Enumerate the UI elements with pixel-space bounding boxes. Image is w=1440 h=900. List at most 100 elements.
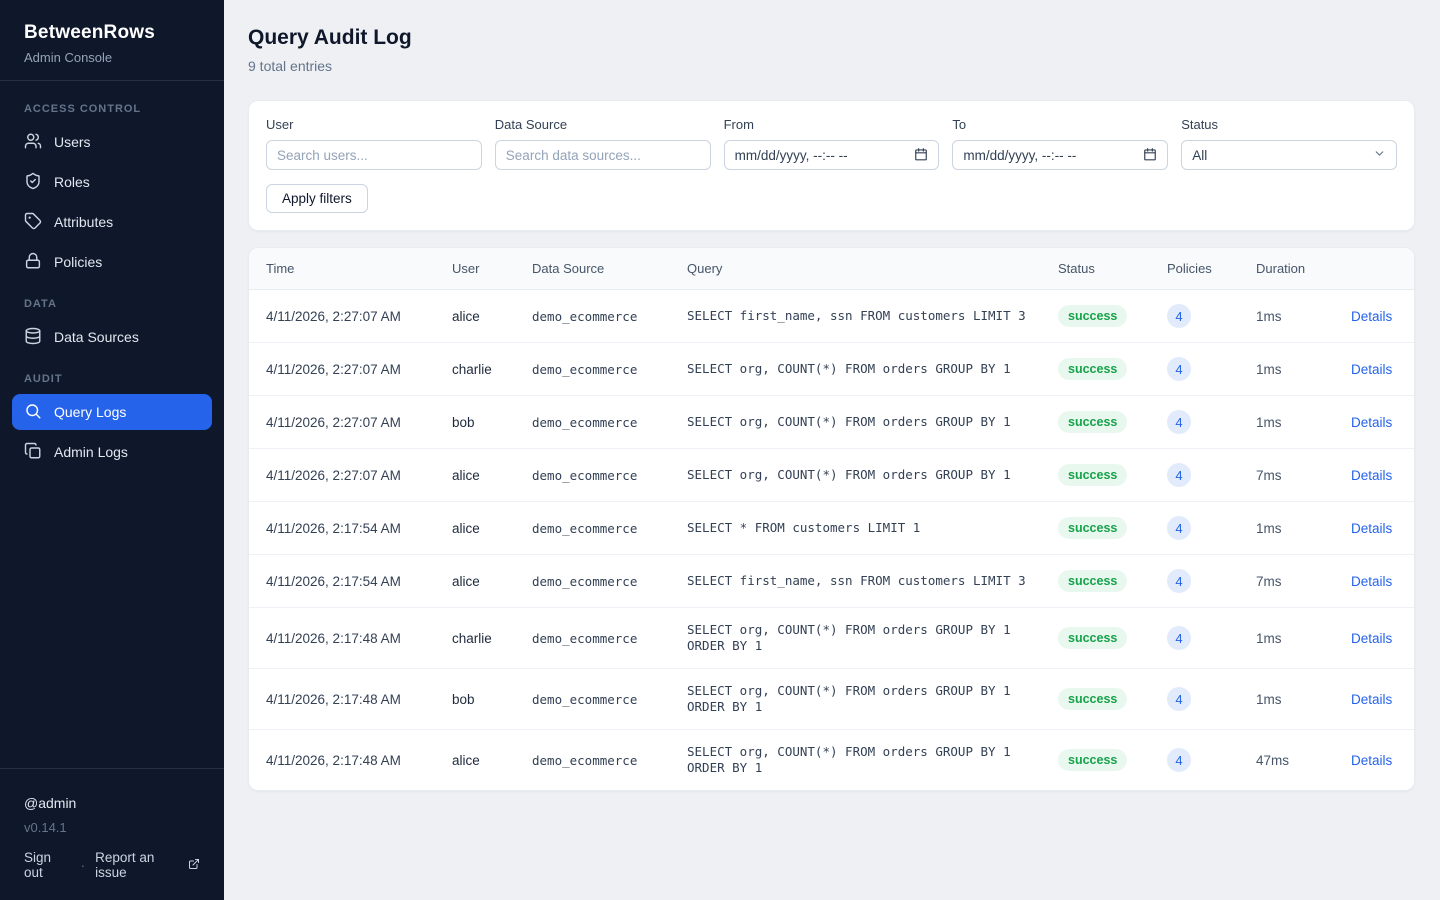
sidebar-item-label: Data Sources [54, 329, 139, 345]
policies-count-badge: 4 [1167, 516, 1191, 540]
details-link[interactable]: Details [1351, 631, 1392, 646]
sidebar-item-roles[interactable]: Roles [12, 164, 212, 200]
sidebar: BetweenRows Admin Console ACCESS CONTROL… [0, 0, 224, 900]
table-row: 4/11/2026, 2:17:48 AM bob demo_ecommerce… [249, 669, 1414, 730]
details-link[interactable]: Details [1351, 692, 1392, 707]
calendar-icon [914, 147, 928, 164]
policies-count-badge: 4 [1167, 748, 1191, 772]
status-filter-field: Status All [1181, 117, 1397, 170]
column-header-user: User [436, 248, 516, 290]
nav-section-access-control: ACCESS CONTROL Users Roles Attributes [12, 91, 212, 280]
sidebar-item-admin-logs[interactable]: Admin Logs [12, 434, 212, 470]
details-link[interactable]: Details [1351, 521, 1392, 536]
details-link[interactable]: Details [1351, 309, 1392, 324]
sidebar-item-query-logs[interactable]: Query Logs [12, 394, 212, 430]
from-datetime-input[interactable]: mm/dd/yyyy, --:-- -- [724, 140, 940, 170]
policies-count-badge: 4 [1167, 357, 1191, 381]
entries-count: 9 total entries [248, 58, 1415, 74]
details-link[interactable]: Details [1351, 468, 1392, 483]
row-duration: 7ms [1240, 449, 1335, 502]
details-link[interactable]: Details [1351, 574, 1392, 589]
sidebar-item-label: Attributes [54, 214, 113, 230]
status-badge: success [1058, 464, 1127, 486]
row-duration: 1ms [1240, 502, 1335, 555]
row-user: alice [436, 730, 516, 791]
row-data-source: demo_ecommerce [516, 669, 671, 730]
nav-section-audit: AUDIT Query Logs Admin Logs [12, 361, 212, 470]
status-badge: success [1058, 305, 1127, 327]
row-data-source: demo_ecommerce [516, 608, 671, 669]
column-header-details [1335, 248, 1414, 290]
row-user: alice [436, 502, 516, 555]
sign-out-link[interactable]: Sign out [24, 850, 71, 880]
search-icon [24, 402, 42, 423]
row-duration: 47ms [1240, 730, 1335, 791]
audit-log-table: Time User Data Source Query Status Polic… [249, 248, 1414, 790]
chevron-down-icon [1373, 147, 1386, 163]
status-select[interactable]: All [1181, 140, 1397, 170]
sidebar-item-policies[interactable]: Policies [12, 244, 212, 280]
row-time: 4/11/2026, 2:17:48 AM [249, 730, 436, 791]
status-badge: success [1058, 411, 1127, 433]
status-badge: success [1058, 627, 1127, 649]
sidebar-item-label: Query Logs [54, 404, 126, 420]
table-row: 4/11/2026, 2:17:54 AM alice demo_ecommer… [249, 555, 1414, 608]
row-time: 4/11/2026, 2:27:07 AM [249, 396, 436, 449]
sidebar-item-label: Users [54, 134, 91, 150]
row-duration: 7ms [1240, 555, 1335, 608]
row-query: SELECT org, COUNT(*) FROM orders GROUP B… [671, 608, 1042, 669]
row-time: 4/11/2026, 2:27:07 AM [249, 343, 436, 396]
row-user: alice [436, 555, 516, 608]
from-filter-field: From mm/dd/yyyy, --:-- -- [724, 117, 940, 170]
status-badge: success [1058, 358, 1127, 380]
filters-card: User Data Source From mm/dd/yyyy, --:-- … [248, 100, 1415, 231]
column-header-policies: Policies [1151, 248, 1240, 290]
to-datetime-value: mm/dd/yyyy, --:-- -- [963, 148, 1076, 163]
to-datetime-input[interactable]: mm/dd/yyyy, --:-- -- [952, 140, 1168, 170]
status-badge: success [1058, 570, 1127, 592]
current-user: @admin [24, 795, 200, 811]
row-user: alice [436, 449, 516, 502]
row-query: SELECT org, COUNT(*) FROM orders GROUP B… [671, 396, 1042, 449]
sidebar-item-attributes[interactable]: Attributes [12, 204, 212, 240]
row-data-source: demo_ecommerce [516, 396, 671, 449]
status-badge: success [1058, 688, 1127, 710]
policies-count-badge: 4 [1167, 687, 1191, 711]
data-source-filter-field: Data Source [495, 117, 711, 170]
row-duration: 1ms [1240, 290, 1335, 343]
to-filter-field: To mm/dd/yyyy, --:-- -- [952, 117, 1168, 170]
status-badge: success [1058, 517, 1127, 539]
from-datetime-value: mm/dd/yyyy, --:-- -- [735, 148, 848, 163]
user-search-input[interactable] [266, 140, 482, 170]
status-badge: success [1058, 749, 1127, 771]
row-data-source: demo_ecommerce [516, 730, 671, 791]
policies-count-badge: 4 [1167, 626, 1191, 650]
table-row: 4/11/2026, 2:27:07 AM charlie demo_ecomm… [249, 343, 1414, 396]
details-link[interactable]: Details [1351, 415, 1392, 430]
from-filter-label: From [724, 117, 940, 132]
row-duration: 1ms [1240, 396, 1335, 449]
row-query: SELECT org, COUNT(*) FROM orders GROUP B… [671, 669, 1042, 730]
sidebar-item-users[interactable]: Users [12, 124, 212, 160]
apply-filters-button[interactable]: Apply filters [266, 184, 368, 213]
details-link[interactable]: Details [1351, 362, 1392, 377]
page-title: Query Audit Log [248, 26, 1415, 50]
row-duration: 1ms [1240, 608, 1335, 669]
row-query: SELECT org, COUNT(*) FROM orders GROUP B… [671, 730, 1042, 791]
details-link[interactable]: Details [1351, 753, 1392, 768]
brand-logo: BetweenRows [24, 22, 200, 44]
to-filter-label: To [952, 117, 1168, 132]
row-user: bob [436, 669, 516, 730]
nav-section-title: ACCESS CONTROL [12, 91, 212, 124]
database-icon [24, 327, 42, 348]
report-issue-link[interactable]: Report an issue [95, 850, 200, 880]
sidebar-item-data-sources[interactable]: Data Sources [12, 319, 212, 355]
policies-count-badge: 4 [1167, 569, 1191, 593]
report-issue-label: Report an issue [95, 850, 183, 880]
column-header-duration: Duration [1240, 248, 1335, 290]
external-link-icon [188, 858, 200, 873]
row-time: 4/11/2026, 2:27:07 AM [249, 449, 436, 502]
data-source-search-input[interactable] [495, 140, 711, 170]
nav-section-data: DATA Data Sources [12, 286, 212, 355]
footer-separator: · [81, 858, 86, 873]
